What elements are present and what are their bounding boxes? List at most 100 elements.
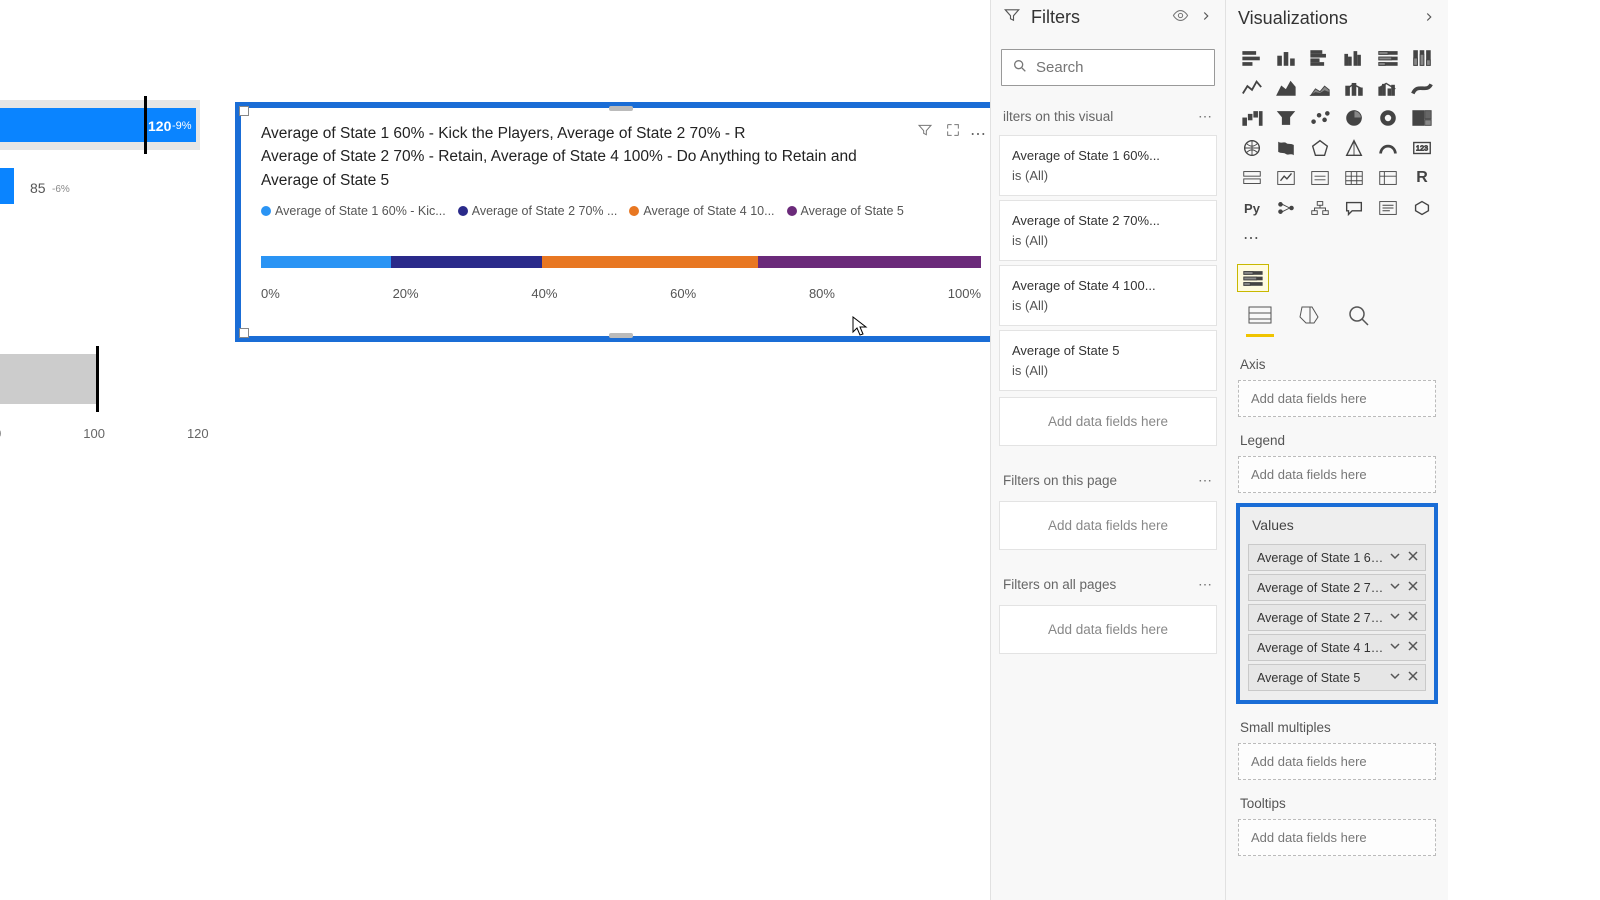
filter-card[interactable]: Average of State 4 100... is (All) — [999, 265, 1217, 326]
viz-azure-map-icon[interactable] — [1340, 135, 1368, 161]
value-field-pill[interactable]: Average of State 1 60% — [1248, 544, 1426, 571]
viz-card-icon[interactable]: 123 — [1408, 135, 1436, 161]
viz-scatter-icon[interactable] — [1306, 105, 1334, 131]
viz-line-icon[interactable] — [1238, 75, 1266, 101]
visualization-type-grid: 123 R Py ⋯ — [1226, 37, 1448, 259]
resize-handle-tl[interactable] — [239, 106, 249, 116]
viz-line-stacked-column-icon[interactable] — [1340, 75, 1368, 101]
legend-label: Average of State 5 — [801, 204, 904, 218]
viz-gauge-icon[interactable] — [1374, 135, 1402, 161]
remove-field-icon[interactable] — [1407, 610, 1419, 625]
filter-card-value: is (All) — [1012, 231, 1204, 251]
viz-funnel-icon[interactable] — [1272, 105, 1300, 131]
value-field-text: Average of State 5 — [1257, 671, 1385, 685]
viz-r-script-icon[interactable]: R — [1408, 165, 1436, 191]
viz-donut-icon[interactable] — [1374, 105, 1402, 131]
viz-pie-icon[interactable] — [1340, 105, 1368, 131]
section-more-icon[interactable]: ⋯ — [1198, 108, 1213, 125]
viz-matrix-icon[interactable] — [1374, 165, 1402, 191]
viz-slicer-icon[interactable] — [1306, 165, 1334, 191]
viz-filled-map-icon[interactable] — [1272, 135, 1300, 161]
section-more-icon[interactable]: ⋯ — [1198, 576, 1213, 593]
visual-more-icon[interactable]: ⋯ — [970, 124, 987, 144]
chevron-down-icon[interactable] — [1389, 640, 1401, 655]
viz-ribbon-icon[interactable] — [1408, 75, 1436, 101]
bg-axis-tick: 120 — [187, 426, 209, 441]
eye-icon[interactable] — [1172, 7, 1189, 29]
viz-map-icon[interactable] — [1238, 135, 1266, 161]
value-field-pill[interactable]: Average of State 4 100% — [1248, 634, 1426, 661]
section-more-icon[interactable]: ⋯ — [1198, 472, 1213, 489]
filters-search[interactable] — [1001, 49, 1215, 86]
analytics-tab-icon[interactable] — [1346, 303, 1374, 337]
viz-100-stacked-column-icon[interactable] — [1408, 45, 1436, 71]
viz-clustered-column-icon[interactable] — [1340, 45, 1368, 71]
viz-python-icon[interactable]: Py — [1238, 195, 1266, 221]
collapse-pane-icon[interactable] — [1199, 7, 1213, 28]
fields-tab-icon[interactable] — [1246, 303, 1274, 337]
viz-100-stacked-bar-icon[interactable] — [1374, 45, 1402, 71]
filter-card[interactable]: Average of State 2 70%... is (All) — [999, 200, 1217, 261]
filter-icon[interactable] — [917, 122, 933, 141]
selected-visual[interactable]: Average of State 1 60% - Kick the Player… — [235, 102, 1007, 342]
viz-multi-row-card-icon[interactable] — [1238, 165, 1266, 191]
viz-selected-100-stacked-bar-icon[interactable] — [1238, 265, 1268, 291]
viz-waterfall-icon[interactable] — [1238, 105, 1266, 131]
viz-paginated-report-icon[interactable] — [1408, 195, 1436, 221]
bg-bar-1-marker — [144, 96, 147, 154]
viz-area-icon[interactable] — [1272, 75, 1300, 101]
bg-bar-2-delta: -6% — [52, 184, 70, 195]
collapse-viz-pane-icon[interactable] — [1422, 8, 1436, 29]
visual-title: Average of State 1 60% - Kick the Player… — [261, 122, 981, 192]
chevron-down-icon[interactable] — [1389, 670, 1401, 685]
viz-stacked-area-icon[interactable] — [1306, 75, 1334, 101]
axis-dropzone[interactable]: Add data fields here — [1238, 380, 1436, 417]
legend-dot — [261, 206, 271, 216]
viz-decomposition-tree-icon[interactable] — [1306, 195, 1334, 221]
viz-qa-icon[interactable] — [1340, 195, 1368, 221]
filter-card[interactable]: Average of State 5 is (All) — [999, 330, 1217, 391]
value-field-text: Average of State 1 60% — [1257, 551, 1385, 565]
small-multiples-dropzone[interactable]: Add data fields here — [1238, 743, 1436, 780]
filters-all-dropzone[interactable]: Add data fields here — [999, 605, 1217, 654]
chevron-down-icon[interactable] — [1389, 610, 1401, 625]
chart-legend: Average of State 1 60% - Kic... Average … — [261, 204, 981, 218]
viz-smart-narrative-icon[interactable] — [1374, 195, 1402, 221]
value-field-text: Average of State 4 100% — [1257, 641, 1385, 655]
legend-dropzone[interactable]: Add data fields here — [1238, 456, 1436, 493]
viz-stacked-bar-icon[interactable] — [1238, 45, 1266, 71]
viz-clustered-bar-icon[interactable] — [1306, 45, 1334, 71]
filters-section-page-title: Filters on this page — [1003, 473, 1117, 488]
filter-card-name: Average of State 1 60%... — [1012, 146, 1204, 166]
remove-field-icon[interactable] — [1407, 550, 1419, 565]
tooltips-dropzone[interactable]: Add data fields here — [1238, 819, 1436, 856]
bg-axis-tick: 100 — [83, 426, 105, 441]
viz-table-icon[interactable] — [1340, 165, 1368, 191]
value-field-pill[interactable]: Average of State 5 — [1248, 664, 1426, 691]
cursor-icon — [852, 316, 868, 339]
viz-treemap-icon[interactable] — [1408, 105, 1436, 131]
legend-label: Legend — [1226, 427, 1448, 452]
filter-card-name: Average of State 2 70%... — [1012, 211, 1204, 231]
viz-more-icon[interactable]: ⋯ — [1238, 225, 1266, 251]
viz-stacked-column-icon[interactable] — [1272, 45, 1300, 71]
chevron-down-icon[interactable] — [1389, 580, 1401, 595]
resize-handle-bl[interactable] — [239, 328, 249, 338]
viz-kpi-icon[interactable] — [1272, 165, 1300, 191]
value-field-pill[interactable]: Average of State 2 70% — [1248, 574, 1426, 601]
filters-visual-dropzone[interactable]: Add data fields here — [999, 397, 1217, 446]
viz-line-clustered-column-icon[interactable] — [1374, 75, 1402, 101]
chevron-down-icon[interactable] — [1389, 550, 1401, 565]
focus-mode-icon[interactable] — [945, 122, 961, 141]
filter-card[interactable]: Average of State 1 60%... is (All) — [999, 135, 1217, 196]
remove-field-icon[interactable] — [1407, 640, 1419, 655]
resize-handle-bottom[interactable] — [609, 333, 633, 338]
filters-page-dropzone[interactable]: Add data fields here — [999, 501, 1217, 550]
format-tab-icon[interactable] — [1296, 303, 1324, 337]
viz-key-influencers-icon[interactable] — [1272, 195, 1300, 221]
value-field-pill[interactable]: Average of State 2 70% — [1248, 604, 1426, 631]
remove-field-icon[interactable] — [1407, 580, 1419, 595]
remove-field-icon[interactable] — [1407, 670, 1419, 685]
viz-shape-map-icon[interactable] — [1306, 135, 1334, 161]
search-input[interactable] — [1036, 59, 1235, 76]
